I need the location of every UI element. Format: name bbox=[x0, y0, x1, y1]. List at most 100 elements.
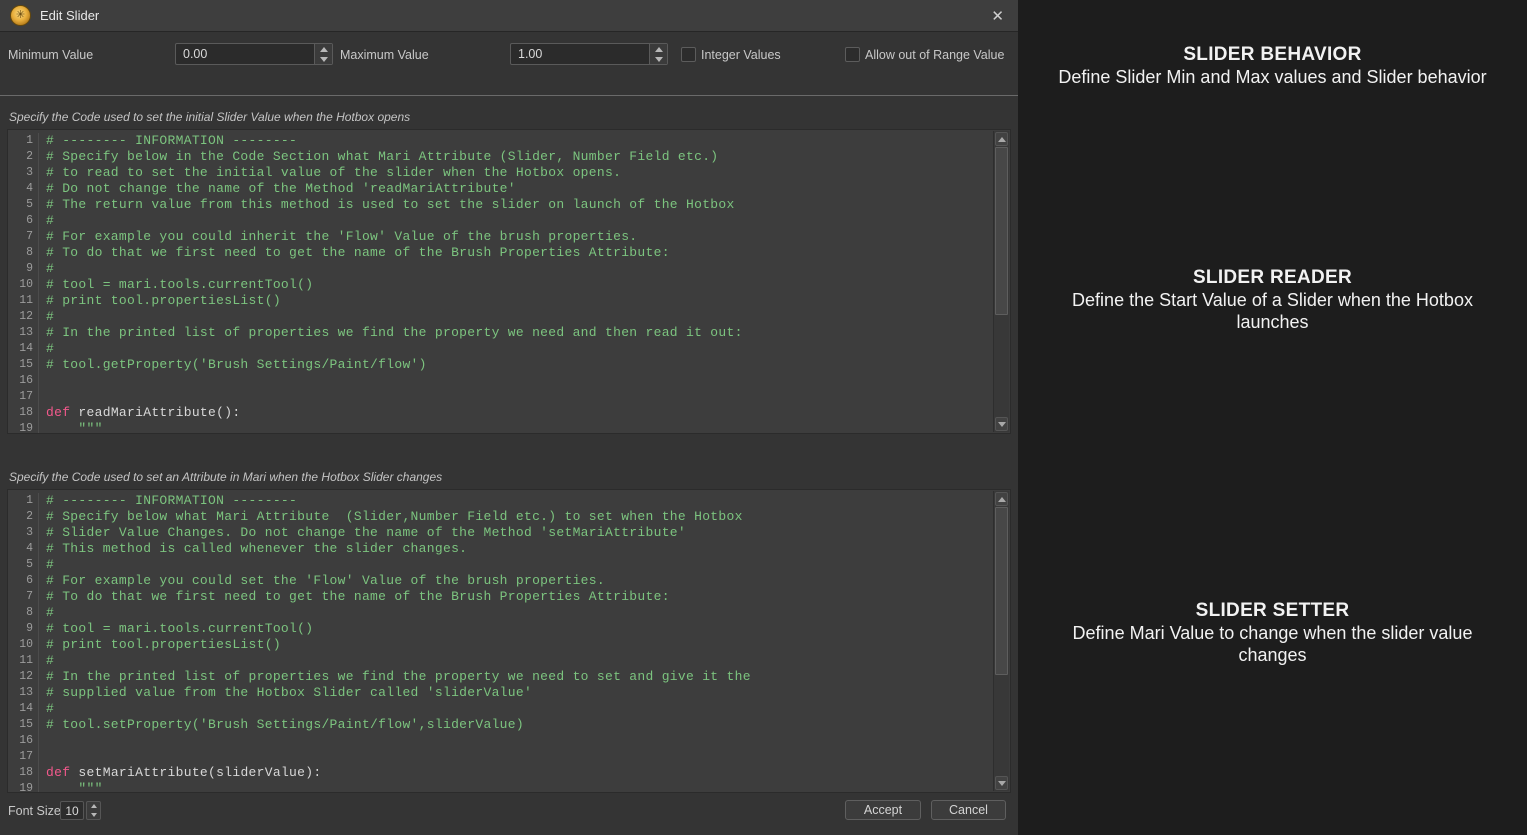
code-line: 7# For example you could inherit the 'Fl… bbox=[8, 229, 994, 245]
code-line: 16 bbox=[8, 733, 994, 749]
code-line: 15# tool.getProperty('Brush Settings/Pai… bbox=[8, 357, 994, 373]
line-number: 6 bbox=[8, 213, 39, 229]
mari-app-icon: ✳ bbox=[10, 5, 31, 26]
line-number: 10 bbox=[8, 637, 39, 653]
reader-editor-caption: Specify the Code used to set the initial… bbox=[9, 110, 410, 124]
code-text: # bbox=[39, 701, 54, 717]
code-line: 9# tool = mari.tools.currentTool() bbox=[8, 621, 994, 637]
setter-code-editor[interactable]: 1# -------- INFORMATION --------2# Speci… bbox=[7, 489, 1011, 793]
accept-button[interactable]: Accept bbox=[845, 800, 921, 820]
line-number: 15 bbox=[8, 717, 39, 733]
integer-values-checkbox[interactable] bbox=[681, 47, 696, 62]
minimum-value-spinner[interactable] bbox=[314, 44, 332, 64]
code-text: # In the printed list of properties we f… bbox=[39, 669, 751, 685]
info-block-title: SLIDER READER bbox=[1038, 267, 1507, 289]
code-text: # -------- INFORMATION -------- bbox=[39, 133, 297, 149]
code-line: 10# print tool.propertiesList() bbox=[8, 637, 994, 653]
line-number: 8 bbox=[8, 245, 39, 261]
spin-down-icon[interactable] bbox=[650, 54, 667, 64]
line-number: 5 bbox=[8, 197, 39, 213]
info-block-title: SLIDER BEHAVIOR bbox=[1038, 44, 1507, 66]
line-number: 3 bbox=[8, 165, 39, 181]
spin-down-icon[interactable] bbox=[87, 811, 100, 820]
code-line: 6# bbox=[8, 213, 994, 229]
spin-up-icon[interactable] bbox=[87, 802, 100, 811]
line-number: 13 bbox=[8, 685, 39, 701]
minimum-value-input[interactable]: 0.00 bbox=[176, 44, 314, 64]
code-line: 8# bbox=[8, 605, 994, 621]
code-line: 15# tool.setProperty('Brush Settings/Pai… bbox=[8, 717, 994, 733]
cancel-button[interactable]: Cancel bbox=[931, 800, 1006, 820]
code-line: 13# In the printed list of properties we… bbox=[8, 325, 994, 341]
line-number: 17 bbox=[8, 389, 39, 405]
code-text: # tool = mari.tools.currentTool() bbox=[39, 277, 313, 293]
line-number: 9 bbox=[8, 261, 39, 277]
font-size-field: 10 bbox=[60, 801, 101, 820]
integer-values-label: Integer Values bbox=[701, 48, 781, 62]
minimum-value-label: Minimum Value bbox=[8, 48, 93, 62]
line-number: 17 bbox=[8, 749, 39, 765]
close-icon[interactable]: ✕ bbox=[987, 7, 1008, 25]
code-text bbox=[39, 749, 46, 765]
maximum-value-label: Maximum Value bbox=[340, 48, 429, 62]
code-text: # print tool.propertiesList() bbox=[39, 293, 281, 309]
code-text: # Do not change the name of the Method '… bbox=[39, 181, 516, 197]
setter-scrollbar[interactable] bbox=[993, 491, 1009, 791]
line-number: 2 bbox=[8, 149, 39, 165]
line-number: 1 bbox=[8, 493, 39, 509]
line-number: 4 bbox=[8, 541, 39, 557]
code-text: # In the printed list of properties we f… bbox=[39, 325, 743, 341]
scroll-down-button[interactable] bbox=[995, 776, 1008, 790]
line-number: 6 bbox=[8, 573, 39, 589]
code-text: # to read to set the initial value of th… bbox=[39, 165, 621, 181]
minimum-value-field: 0.00 bbox=[175, 43, 333, 65]
code-text: # To do that we first need to get the na… bbox=[39, 589, 670, 605]
code-line: 14# bbox=[8, 701, 994, 717]
setter-code-area[interactable]: 1# -------- INFORMATION --------2# Speci… bbox=[8, 490, 994, 792]
code-line: 1# -------- INFORMATION -------- bbox=[8, 133, 994, 149]
line-number: 18 bbox=[8, 405, 39, 421]
spin-up-icon[interactable] bbox=[315, 44, 332, 54]
code-text: # bbox=[39, 341, 54, 357]
scroll-up-button[interactable] bbox=[995, 132, 1008, 146]
code-line: 8# To do that we first need to get the n… bbox=[8, 245, 994, 261]
code-text: # For example you could inherit the 'Flo… bbox=[39, 229, 637, 245]
font-size-input[interactable]: 10 bbox=[60, 801, 84, 820]
line-number: 19 bbox=[8, 421, 39, 433]
maximum-value-spinner[interactable] bbox=[649, 44, 667, 64]
dialog-titlebar[interactable]: ✳ Edit Slider ✕ bbox=[0, 0, 1018, 32]
font-size-spinner[interactable] bbox=[86, 801, 101, 820]
line-number: 10 bbox=[8, 277, 39, 293]
code-line: 19 """ bbox=[8, 781, 994, 792]
spin-up-icon[interactable] bbox=[650, 44, 667, 54]
code-text: # To do that we first need to get the na… bbox=[39, 245, 670, 261]
line-number: 9 bbox=[8, 621, 39, 637]
code-text: """ bbox=[39, 781, 103, 792]
reader-scrollbar[interactable] bbox=[993, 131, 1009, 432]
line-number: 16 bbox=[8, 373, 39, 389]
reader-code-editor[interactable]: 1# -------- INFORMATION --------2# Speci… bbox=[7, 129, 1011, 434]
code-text: # Specify below what Mari Attribute (Sli… bbox=[39, 509, 743, 525]
code-line: 3# to read to set the initial value of t… bbox=[8, 165, 994, 181]
info-block: SLIDER READERDefine the Start Value of a… bbox=[1018, 267, 1527, 333]
scroll-up-button[interactable] bbox=[995, 492, 1008, 506]
reader-code-area[interactable]: 1# -------- INFORMATION --------2# Speci… bbox=[8, 130, 994, 433]
info-block-subtitle: Define Mari Value to change when the sli… bbox=[1038, 622, 1507, 666]
line-number: 12 bbox=[8, 309, 39, 325]
code-line: 7# To do that we first need to get the n… bbox=[8, 589, 994, 605]
scroll-handle[interactable] bbox=[995, 147, 1008, 315]
code-line: 3# Slider Value Changes. Do not change t… bbox=[8, 525, 994, 541]
line-number: 4 bbox=[8, 181, 39, 197]
allow-out-of-range-checkbox[interactable] bbox=[845, 47, 860, 62]
line-number: 15 bbox=[8, 357, 39, 373]
spin-down-icon[interactable] bbox=[315, 54, 332, 64]
divider bbox=[0, 95, 1018, 96]
maximum-value-input[interactable]: 1.00 bbox=[511, 44, 649, 64]
setter-editor-caption: Specify the Code used to set an Attribut… bbox=[9, 470, 442, 484]
scroll-down-button[interactable] bbox=[995, 417, 1008, 431]
code-line: 17 bbox=[8, 389, 994, 405]
code-text: # tool = mari.tools.currentTool() bbox=[39, 621, 313, 637]
code-line: 5# The return value from this method is … bbox=[8, 197, 994, 213]
code-text: # bbox=[39, 557, 54, 573]
scroll-handle[interactable] bbox=[995, 507, 1008, 675]
